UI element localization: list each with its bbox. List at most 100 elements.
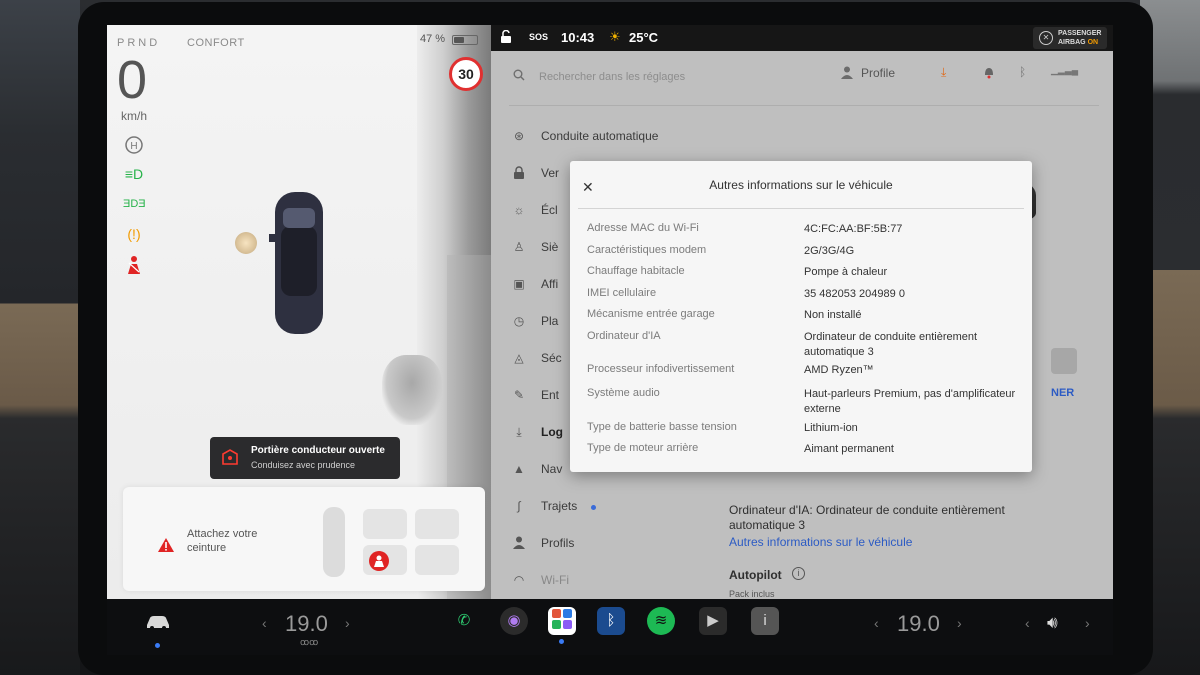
temp-up-left[interactable]: › bbox=[345, 615, 350, 631]
sos-icon: SOS bbox=[529, 32, 549, 42]
low-beam-icon: ≡D bbox=[124, 166, 144, 182]
drive-panel: PRND CONFORT 47 % 0 km/h 30 H ≡D ƎDƎ (!) bbox=[107, 25, 491, 599]
hold-icon: H bbox=[123, 135, 145, 157]
trips-icon: ∫ bbox=[517, 499, 521, 513]
seat-heat-icon[interactable]: ꝏꝏ bbox=[300, 637, 318, 648]
bell-icon[interactable] bbox=[983, 65, 995, 82]
info-key: Adresse MAC du Wi-Fi bbox=[587, 222, 699, 234]
modal-divider bbox=[578, 208, 1024, 209]
menu-label: Wi-Fi bbox=[541, 573, 569, 587]
top-status-icons: ⤓ ᛒ ▁▂▃▄ bbox=[931, 65, 1101, 85]
battery-percent: 47 % bbox=[420, 33, 446, 45]
steering-wheel-icon: ⊛ bbox=[513, 129, 525, 143]
info-icon[interactable]: i bbox=[792, 567, 805, 580]
clock-icon: ◷ bbox=[513, 314, 525, 328]
search-icon bbox=[513, 69, 525, 84]
wrench-icon: ✎ bbox=[513, 388, 525, 402]
menu-label: Nav bbox=[541, 462, 563, 476]
toggle-control[interactable] bbox=[1051, 348, 1077, 374]
sun-icon: ☼ bbox=[513, 203, 525, 217]
info-key: IMEI cellulaire bbox=[587, 287, 657, 299]
menu-label: Log bbox=[541, 425, 563, 439]
menu-label: Séc bbox=[541, 351, 562, 365]
settings-search[interactable]: Rechercher dans les réglages bbox=[513, 69, 813, 89]
speed-unit: km/h bbox=[121, 109, 148, 123]
menu-label: Écl bbox=[541, 203, 558, 217]
speed-limit-sign: 30 bbox=[449, 57, 483, 91]
alert-title: Portière conducteur ouverte bbox=[251, 445, 385, 456]
info-key: Caractéristiques modem bbox=[587, 244, 707, 256]
temp-up-right[interactable]: › bbox=[957, 615, 962, 631]
menu-label: Conduite automatique bbox=[541, 129, 659, 143]
info-value: Haut-parleurs Premium, pas d'amplificate… bbox=[804, 388, 1016, 415]
person-icon bbox=[841, 66, 853, 82]
airbag-line1: PASSENGER bbox=[1058, 30, 1102, 37]
menu-item-wifi[interactable]: ◠ Wi-Fi bbox=[511, 565, 711, 599]
menu-item-trips[interactable]: ∫ Trajets bbox=[511, 491, 711, 528]
seatbelt-warning-icon bbox=[123, 255, 145, 277]
parking-lights-icon: ƎDƎ bbox=[123, 198, 146, 210]
autopilot-heading: Autopilot bbox=[729, 568, 782, 582]
driver-temp[interactable]: 19.0 bbox=[285, 611, 328, 637]
battery-icon bbox=[452, 35, 478, 45]
media-icon[interactable]: ▶ bbox=[699, 607, 727, 635]
volume-up[interactable]: › bbox=[1085, 615, 1090, 631]
car-icon[interactable] bbox=[145, 613, 171, 637]
volume-down[interactable]: ‹ bbox=[1025, 615, 1030, 631]
info-key: Type de batterie basse tension bbox=[587, 421, 737, 433]
info-key: Mécanisme entrée garage bbox=[587, 308, 715, 320]
alert-subtitle: Conduisez avec prudence bbox=[251, 460, 356, 470]
ai-computer-line: Ordinateur d'IA: Ordinateur de conduite … bbox=[729, 503, 1005, 517]
info-value: Aimant permanent bbox=[804, 443, 894, 455]
download-icon: ⤓ bbox=[516, 425, 522, 439]
info-value: 2G/3G/4G bbox=[804, 245, 855, 257]
photo-scene: PRND CONFORT 47 % 0 km/h 30 H ≡D ƎDƎ (!) bbox=[0, 0, 1200, 675]
outside-temp: 25°C bbox=[629, 30, 659, 45]
wifi-icon: ◠ bbox=[513, 573, 525, 587]
info-key: Processeur infodivertissement bbox=[587, 363, 735, 375]
shield-icon: ◬ bbox=[514, 351, 524, 365]
menu-label: Trajets bbox=[541, 499, 578, 513]
bluetooth-icon[interactable]: ᛒ bbox=[597, 607, 625, 635]
active-indicator bbox=[155, 643, 160, 648]
bottom-dock: ‹ 19.0 › ꝏꝏ ✆ ◉ ᛒ ≋ ▶ i ‹ 19.0 › ‹ 🔊︎ › bbox=[107, 599, 1113, 655]
passenger-temp[interactable]: 19.0 bbox=[897, 611, 940, 637]
temp-down-right[interactable]: ‹ bbox=[874, 615, 879, 631]
info-key: Ordinateur d'IA bbox=[587, 330, 661, 342]
door-open-alert: Portière conducteur ouverte Conduisez av… bbox=[210, 437, 400, 479]
phone-icon[interactable]: ✆ bbox=[450, 607, 478, 635]
gear-selector: PRND bbox=[117, 37, 161, 49]
person-icon bbox=[511, 536, 527, 552]
bluetooth-icon[interactable]: ᛒ bbox=[1019, 65, 1026, 79]
spotify-icon[interactable]: ≋ bbox=[647, 607, 675, 635]
info-key: Chauffage habitacle bbox=[587, 265, 685, 277]
vehicle-top-view bbox=[269, 192, 323, 334]
airbag-line2: AIRBAG ON bbox=[1058, 39, 1098, 46]
info-app-icon[interactable]: i bbox=[751, 607, 779, 635]
more-vehicle-info-link[interactable]: Autres informations sur le véhicule bbox=[729, 535, 912, 549]
info-key: Type de moteur arrière bbox=[587, 442, 699, 454]
sun-icon: ☀ bbox=[609, 29, 621, 44]
unlock-icon[interactable] bbox=[499, 29, 513, 47]
camera-icon[interactable]: ◉ bbox=[500, 607, 528, 635]
passenger-airbag-indicator: ✕ PASSENGER AIRBAG ON bbox=[1033, 27, 1107, 49]
volume-icon[interactable]: 🔊︎ bbox=[1047, 613, 1058, 633]
menu-item-profiles[interactable]: Profils bbox=[511, 528, 711, 565]
clock-time: 10:43 bbox=[561, 30, 595, 45]
info-value: Ordinateur de conduite entièrement autom… bbox=[804, 331, 978, 358]
vehicle-info-modal: ✕ Autres informations sur le véhicule Ad… bbox=[570, 161, 1032, 472]
object-marker bbox=[235, 232, 257, 254]
menu-item-autopilot[interactable]: ⊛ Conduite automatique bbox=[511, 121, 711, 158]
menu-label: Ver bbox=[541, 166, 560, 180]
seat-occupancy-icon bbox=[323, 507, 459, 577]
partial-button[interactable]: NER bbox=[1051, 387, 1074, 399]
temp-down-left[interactable]: ‹ bbox=[262, 615, 267, 631]
app-launcher-icon[interactable] bbox=[548, 607, 576, 635]
download-icon[interactable]: ⤓ bbox=[941, 65, 946, 80]
modal-title: Autres informations sur le véhicule bbox=[709, 178, 893, 192]
seat-icon: ♙ bbox=[513, 240, 525, 254]
active-indicator bbox=[559, 639, 564, 644]
info-value: Non installé bbox=[804, 309, 862, 321]
info-value: Lithium-ion bbox=[804, 422, 858, 434]
tire-pressure-icon: (!) bbox=[127, 226, 141, 242]
